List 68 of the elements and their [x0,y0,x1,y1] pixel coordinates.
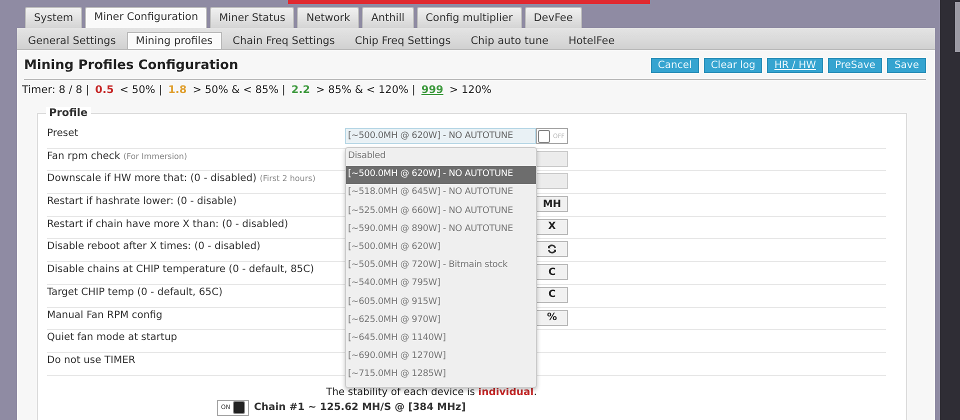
sub-tab[interactable]: Mining profiles [126,32,222,49]
input-field[interactable] [536,150,568,167]
dropdown-option[interactable]: [~525.0MH @ 660W] - NO AUTOTUNE [346,202,536,221]
dropdown-option[interactable]: [~625.0MH @ 970W] [346,312,536,330]
timer-value: 0.5 [95,84,114,96]
sub-tab[interactable]: HotelFee [559,32,624,49]
field-label: Restart if chain have more X than: (0 - disabled) [47,218,290,230]
dropdown-option[interactable]: [~505.0MH @ 720W] - Bitmain stock [346,257,536,276]
dropdown-option[interactable]: [~605.0MH @ 915W] [346,294,536,312]
timer-text: > 50% & < 85% | [192,84,286,96]
field-label: Fan rpm check [47,150,120,162]
unit-label: C [536,286,568,303]
field-label: Target CHIP temp (0 - default, 65C) [47,286,224,298]
field-label: Disable chains at CHIP temperature (0 - default, 85C) [47,264,316,276]
refresh-button[interactable] [536,241,568,258]
dropdown-option[interactable]: [~590.0MH @ 890W] - NO AUTOTUNE [346,220,536,239]
field-label: Quiet fan mode at startup [47,332,178,344]
tab[interactable]: Network [297,7,360,28]
action-button[interactable]: Clear log [704,58,762,73]
tab[interactable]: DevFee [524,7,582,28]
action-button[interactable]: HR / HW [767,58,823,73]
unit-label: C [536,264,568,280]
action-button[interactable]: Cancel [650,58,699,73]
sub-tab[interactable]: Chain Freq Settings [224,32,344,49]
stability-notice: The stability of each device is individual. [325,386,538,398]
unit-label: X [536,218,568,235]
dropdown-option[interactable]: [~540.0MH @ 795W] [346,275,536,294]
field-label: Manual Fan RPM config [47,310,164,320]
action-button[interactable]: Save [887,58,926,73]
preset-dropdown[interactable]: [~500.0MH @ 620W] - NO AUTOTUNE [345,128,536,144]
field-label: Downscale if HW more that: (0 - disabled) [47,173,257,184]
chain-status: Chain #1 ~ 125.62 MH/S @ [384 MHz] [254,402,466,414]
dropdown-option[interactable]: [~518.0MH @ 645W] - NO AUTOTUNE [346,184,536,203]
tab[interactable]: Miner Status [210,7,294,28]
dropdown-option[interactable]: [~500.0MH @ 620W] - NO AUTOTUNE [346,166,536,184]
sub-tab[interactable]: Chip auto tune [462,32,558,49]
refresh-icon [547,244,557,254]
timer-value: 1.8 [168,84,187,96]
field-label: Do not use TIMER [47,354,136,366]
dropdown-option[interactable]: Disabled [346,148,536,166]
page-title: Mining Profiles Configuration [24,58,238,73]
sub-tab[interactable]: General Settings [19,32,125,49]
unit-label: MH [536,196,568,212]
scrollbar[interactable] [940,0,960,420]
field-label: Preset [47,128,80,139]
action-button[interactable]: PreSave [828,58,882,73]
timer-text: > 85% & < 120% | [316,84,416,96]
dropdown-option[interactable]: [~500.0MH @ 620W] [346,238,536,258]
tab[interactable]: Anthill [362,7,414,28]
field-hint: (For Immersion) [123,152,188,161]
tab[interactable]: Miner Configuration [85,7,208,28]
dropdown-option[interactable]: [~715.0MH @ 1285W] [346,366,536,384]
timer-text: Timer: 8 / 8 | [22,84,90,96]
timer-value: 2.2 [291,84,310,96]
tab[interactable]: Config multiplier [416,7,522,28]
timer-text: > 120% [449,84,492,96]
field-label: Disable reboot after X times: (0 - disabled) [47,241,262,252]
input-field[interactable] [536,173,568,190]
timer-text: < 50% | [120,84,162,96]
tab[interactable]: System [25,7,82,28]
dropdown-option[interactable]: [~645.0MH @ 1140W] [346,330,536,348]
dropdown-option[interactable]: [~690.0MH @ 1270W] [346,348,536,366]
field-label: Restart if hashrate lower: (0 - disable) [47,196,238,208]
sub-tab[interactable]: Chip Freq Settings [346,32,460,49]
unit-label: % [536,310,568,326]
field-hint: (First 2 hours) [260,174,316,184]
timer-link[interactable]: 999 [421,84,444,96]
section-legend: Profile [46,107,91,119]
